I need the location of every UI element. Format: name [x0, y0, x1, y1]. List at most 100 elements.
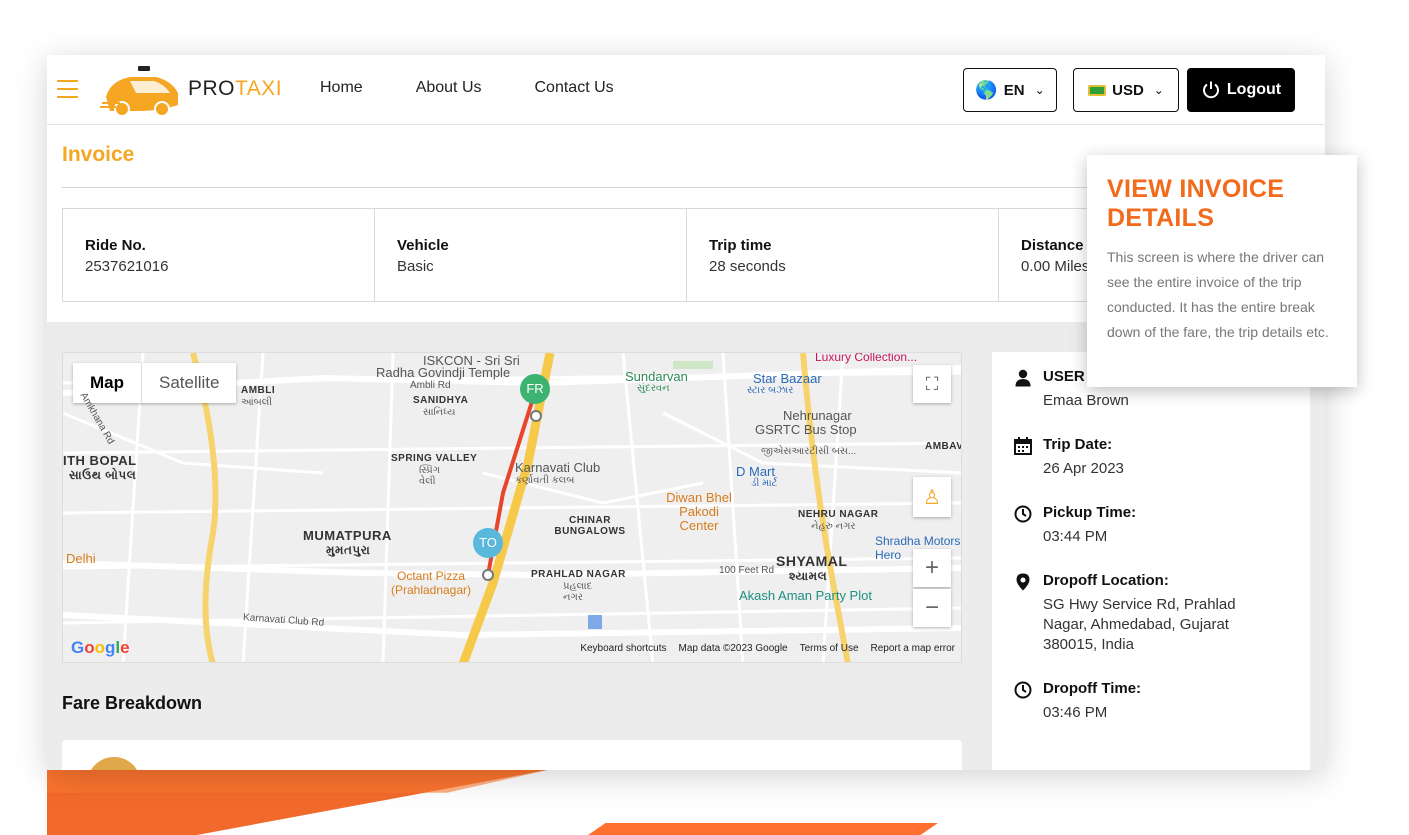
globe-icon: 🌎 [975, 79, 998, 100]
fare-breakdown-heading: Fare Breakdown [62, 693, 203, 713]
report-map-error-link[interactable]: Report a map error [871, 643, 955, 654]
keyboard-shortcuts-link[interactable]: Keyboard shortcuts [580, 643, 666, 654]
map-label: Karnavati Club [515, 460, 601, 475]
map-label: GSRTC Bus Stop [755, 422, 857, 437]
map-label: Ambli Rd [410, 380, 451, 391]
map-label: Akash Aman Party Plot [739, 588, 872, 603]
map-label: Delhi [66, 551, 96, 566]
stat-label: Trip time [709, 237, 772, 254]
map-label: મુમતપુરા [326, 543, 371, 557]
stat-label: Ride No. [85, 237, 146, 254]
map-label: આંબલી [241, 397, 273, 408]
street-view-pegman-icon[interactable]: ♙ [913, 477, 951, 517]
map-label: Radha Govindji Temple [376, 365, 511, 380]
location-pin-icon [1016, 573, 1030, 591]
logo-text-pro: PRO [188, 77, 236, 100]
nav-contact-us[interactable]: Contact Us [535, 79, 614, 97]
map-label: NEHRU NAGAR [798, 509, 879, 520]
nav-home[interactable]: Home [320, 79, 363, 97]
stat-value: 2537621016 [85, 258, 169, 275]
stat-ride-no: Ride No. 2537621016 [63, 209, 375, 301]
clock-icon [1014, 681, 1032, 699]
language-value: EN [1003, 81, 1025, 99]
detail-label: Dropoff Location: [1043, 572, 1169, 589]
map-label: શ્યામલ [789, 569, 828, 583]
map-label: Nehrunagar [783, 408, 852, 423]
callout-body: This screen is where the driver can see … [1107, 249, 1329, 340]
map-label: CHINAR BUNGALOWS [554, 515, 626, 537]
calendar-icon [1014, 437, 1032, 455]
map-label: SPRING VALLEY [391, 453, 478, 464]
user-icon [1015, 369, 1031, 387]
header: PROTAXI Home About Us Contact Us 🌎 EN ⌄ … [47, 55, 1325, 125]
taxi-car-icon [100, 66, 178, 117]
map-footer: Keyboard shortcuts Map data ©2023 Google… [580, 643, 955, 654]
stat-trip-time: Trip time 28 seconds [687, 209, 999, 301]
logout-label: Logout [1226, 81, 1282, 98]
decorative-orange-bar [588, 823, 938, 835]
map-label: સ્પ્રિંગ વેલી [419, 465, 440, 487]
map-label: ITH BOPAL [63, 453, 137, 468]
map-label: સુંદરવન [637, 383, 670, 394]
hamburger-menu-icon[interactable] [57, 80, 78, 98]
map-label: કર્ણાવતી કલબ [515, 475, 575, 486]
money-icon [1088, 84, 1107, 96]
terms-of-use-link[interactable]: Terms of Use [800, 643, 859, 654]
map-label: સાઉથ બોપલ [69, 468, 137, 482]
page-title: Invoice [62, 143, 135, 166]
stage: PROTAXI Home About Us Contact Us 🌎 EN ⌄ … [0, 0, 1409, 835]
detail-label: Trip Date: [1043, 436, 1113, 453]
map-label: નેહરુ નગર [811, 521, 856, 532]
map-label: Luxury Collection... [815, 352, 918, 364]
zoom-out-button[interactable]: − [913, 589, 951, 627]
detail-label: Dropoff Time: [1043, 680, 1142, 697]
map-label: Octant Pizza (Prahladnagar) [390, 569, 472, 597]
language-dropdown[interactable]: 🌎 EN ⌄ [963, 68, 1057, 112]
detail-value: 26 Apr 2023 [1043, 460, 1124, 477]
logout-button[interactable]: Logout [1187, 68, 1295, 112]
chevron-down-icon: ⌄ [1153, 83, 1164, 97]
map-label: Shradha Motors Hero [875, 534, 961, 562]
map-label: AMBLI [241, 385, 276, 396]
clock-icon [1014, 505, 1032, 523]
map-data-text: Map data ©2023 Google [678, 643, 788, 654]
detail-value: SG Hwy Service Rd, Prahlad Nagar, Ahmeda… [1043, 596, 1236, 653]
route-map[interactable]: Map Satellite ⛶ ♙ + − FR TO ISKCON - Sri… [62, 352, 962, 663]
pickup-marker[interactable]: FR [520, 374, 550, 404]
callout-title: VIEW INVOICE DETAILS [1107, 175, 1285, 232]
main-nav: Home About Us Contact Us [320, 79, 667, 97]
map-label: Star Bazaar [753, 371, 822, 386]
google-logo: Google [71, 638, 130, 657]
map-type-toggle: Map Satellite [73, 363, 237, 403]
logo-text: PROTAXI [188, 77, 282, 101]
tab-satellite[interactable]: Satellite [142, 363, 236, 403]
map-label: સ્ટાર બઝાર [747, 385, 794, 396]
detail-label: Pickup Time: [1043, 504, 1137, 521]
map-label: MUMATPURA [303, 528, 392, 543]
map-label: Diwan Bhel Pakodi Center [666, 490, 732, 533]
power-icon [1202, 81, 1219, 99]
detail-value: 03:46 PM [1043, 704, 1108, 721]
map-label: D Mart [736, 464, 775, 479]
nav-about-us[interactable]: About Us [416, 79, 482, 97]
currency-dropdown[interactable]: USD ⌄ [1073, 68, 1179, 112]
stat-value: Basic [397, 258, 434, 275]
stat-value: 28 seconds [709, 258, 786, 275]
trip-details-panel: USER NAME Emaa Brown Trip Date: 26 Apr 2… [992, 352, 1310, 770]
feature-callout: VIEW INVOICE DETAILS This screen is wher… [1087, 155, 1357, 387]
map-label: Sundarvan [625, 369, 688, 384]
map-label: PRAHLAD NAGAR [531, 569, 626, 580]
map-label: AMBAV [925, 441, 962, 452]
stat-vehicle: Vehicle Basic [375, 209, 687, 301]
logo-text-taxi: TAXI [235, 77, 283, 100]
detail-value: Emaa Brown [1043, 392, 1129, 409]
map-label: 100 Feet Rd [719, 565, 775, 576]
fullscreen-button[interactable]: ⛶ [913, 365, 951, 403]
stat-label: Vehicle [397, 237, 449, 254]
map-label: પ્રહલાદ નગર [563, 581, 593, 603]
dropoff-marker[interactable]: TO [473, 528, 503, 558]
currency-value: USD [1112, 81, 1144, 99]
map-label: જીએસઆરટીસી બસ... [761, 446, 857, 457]
logo[interactable]: PROTAXI [100, 63, 282, 119]
map-label: SANIDHYA [413, 395, 469, 406]
